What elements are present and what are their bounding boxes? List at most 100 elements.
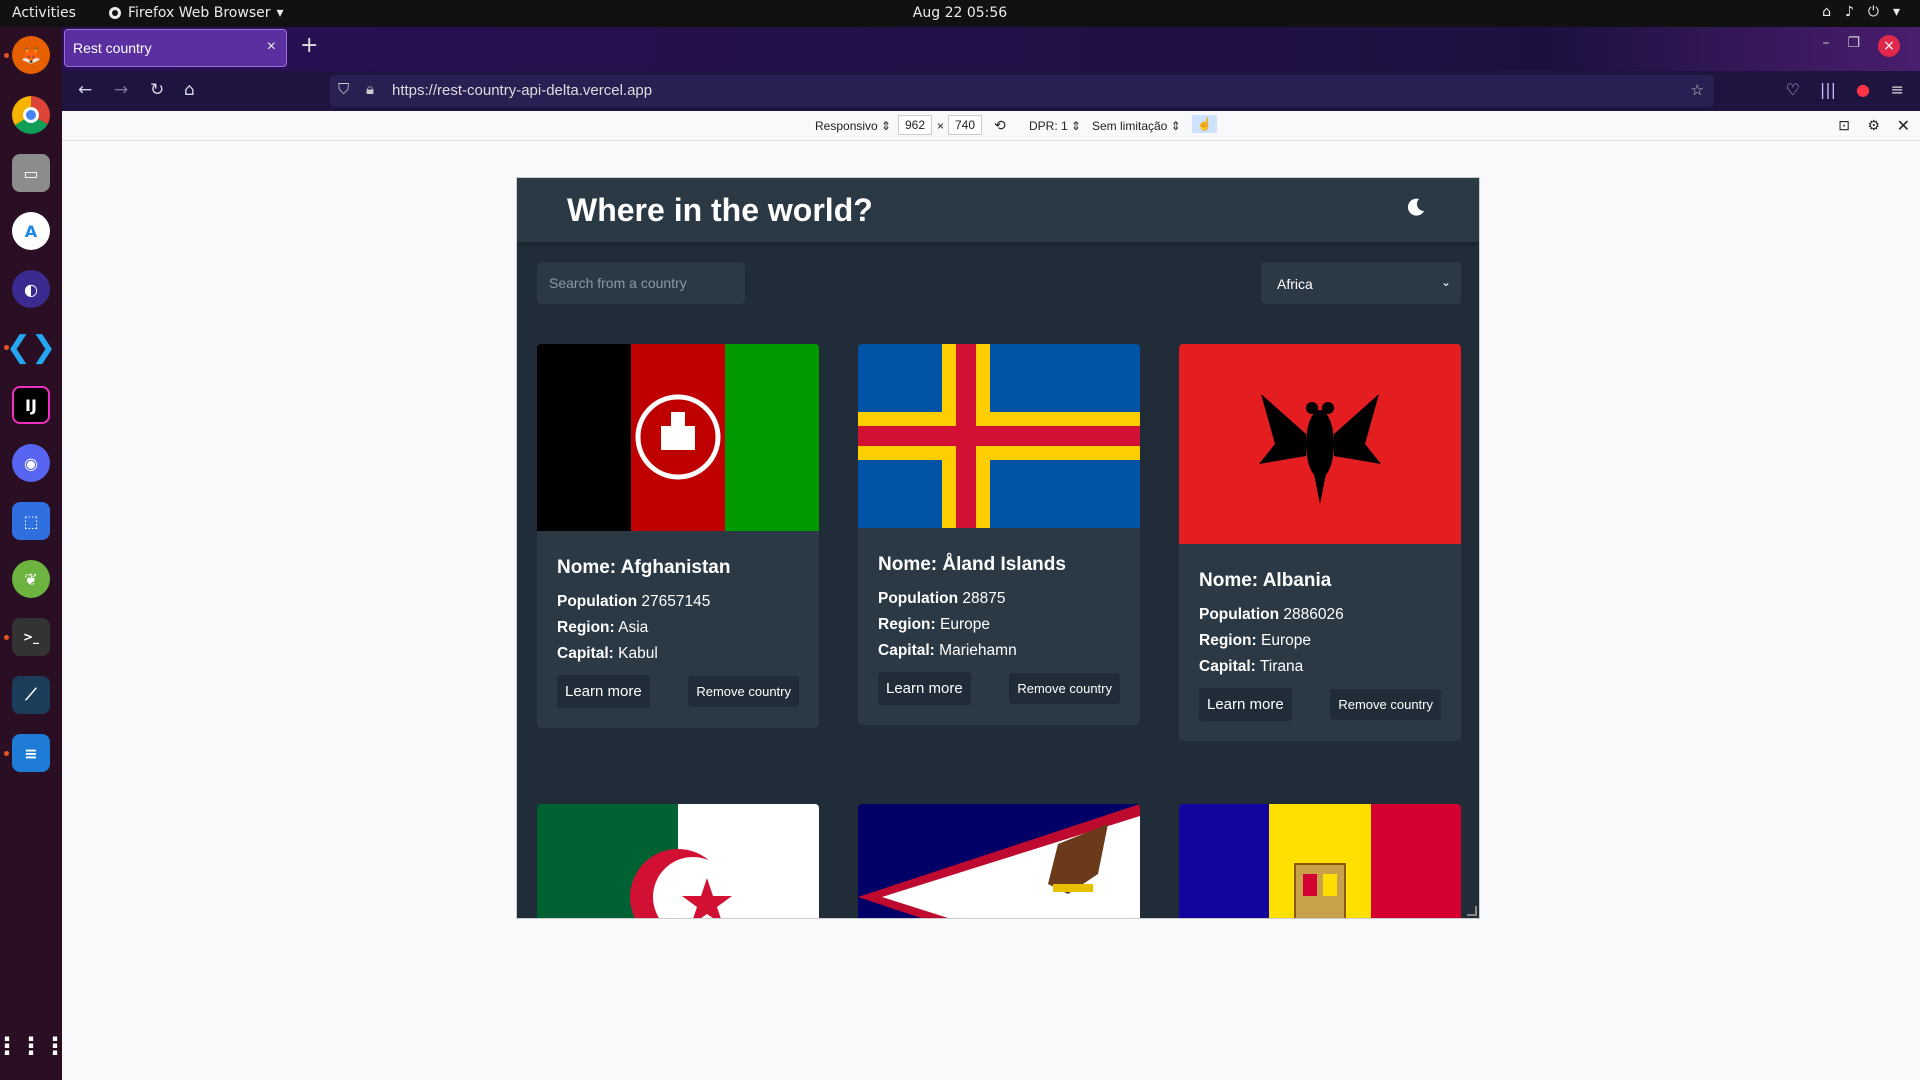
- intellij-dock-icon[interactable]: IJ: [12, 386, 50, 424]
- region-label: Region:: [1199, 632, 1257, 649]
- tab-rest-country[interactable]: Rest country ×: [64, 29, 287, 67]
- minimize-icon[interactable]: –: [1822, 35, 1829, 57]
- population-label: Population: [878, 590, 959, 607]
- dimension-separator: ×: [937, 119, 945, 133]
- url-text[interactable]: https://rest-country-api-delta.vercel.ap…: [392, 82, 652, 99]
- device-selector[interactable]: Responsivo ⇕: [815, 119, 891, 133]
- bookmark-star-icon[interactable]: ☆: [1691, 81, 1704, 99]
- store-dock-icon[interactable]: A: [12, 212, 50, 250]
- reload-icon[interactable]: ↻: [150, 80, 164, 100]
- screenshot-icon[interactable]: ⊡: [1838, 117, 1850, 134]
- capital-value: Mariehamn: [939, 642, 1017, 659]
- discord-dock-icon[interactable]: ◉: [12, 444, 50, 482]
- population-label: Population: [557, 593, 638, 610]
- card-name-label: Nome:: [557, 557, 617, 578]
- country-card[interactable]: Nome: Åland Islands Population 28875 Reg…: [858, 344, 1140, 725]
- region-value: Europe: [1261, 632, 1311, 649]
- rotate-icon[interactable]: ⟲: [994, 117, 1006, 134]
- country-card[interactable]: [537, 804, 819, 918]
- population-value: 2886026: [1283, 606, 1344, 623]
- screenshot-dock-icon[interactable]: ⬚: [12, 502, 50, 540]
- search-input[interactable]: [537, 262, 745, 304]
- vscode-dock-icon[interactable]: ❮❯: [6, 328, 56, 366]
- restore-icon[interactable]: ❐: [1847, 35, 1860, 57]
- running-indicator: [4, 53, 9, 58]
- chevron-down-icon: ▾: [1892, 4, 1900, 20]
- lock-icon[interactable]: 🔒︎: [366, 81, 374, 98]
- country-name: Albania: [1262, 570, 1332, 591]
- touch-simulation-icon[interactable]: ☝: [1192, 115, 1217, 133]
- capital-label: Capital:: [878, 642, 935, 659]
- url-bar[interactable]: ⛉ 🔒︎ https://rest-country-api-delta.verc…: [330, 75, 1714, 107]
- running-indicator: [4, 751, 9, 756]
- app-header: Where in the world?: [517, 178, 1479, 242]
- height-input[interactable]: 740: [948, 115, 983, 135]
- app-grid-icon[interactable]: ⋮⋮⋮: [0, 1027, 67, 1065]
- population-label: Population: [1199, 606, 1280, 623]
- running-indicator: [4, 345, 9, 350]
- learn-more-button[interactable]: Learn more: [878, 672, 971, 705]
- region-label: Region:: [557, 619, 615, 636]
- learn-more-button[interactable]: Learn more: [1199, 688, 1292, 721]
- network-icon: ⌂: [1822, 4, 1831, 20]
- close-rdm-icon[interactable]: ✕: [1897, 116, 1910, 136]
- chrome-dock-icon[interactable]: [12, 96, 50, 134]
- region-label: Region:: [878, 616, 936, 633]
- country-card[interactable]: Nome: Albania Population 2886026 Region:…: [1179, 344, 1461, 741]
- width-input[interactable]: 962: [898, 115, 933, 135]
- remove-country-button[interactable]: Remove country: [688, 676, 799, 707]
- eclipse-dock-icon[interactable]: ◐: [12, 270, 50, 308]
- country-card[interactable]: [1179, 804, 1461, 918]
- tab-title: Rest country: [73, 40, 152, 56]
- population-value: 28875: [962, 590, 1006, 607]
- power-icon: ⏻: [1867, 4, 1879, 20]
- country-card[interactable]: [858, 804, 1140, 918]
- tracking-shield-icon[interactable]: ⛉: [338, 81, 349, 98]
- remove-country-button[interactable]: Remove country: [1009, 673, 1120, 704]
- dpr-selector[interactable]: DPR: 1 ⇕: [1029, 119, 1081, 133]
- home-icon[interactable]: ⌂: [184, 80, 195, 100]
- library-icon[interactable]: |||: [1820, 80, 1836, 99]
- forward-arrow-icon[interactable]: →: [114, 80, 128, 100]
- learn-more-button[interactable]: Learn more: [557, 675, 650, 708]
- region-value: Europe: [940, 616, 990, 633]
- card-name-label: Nome:: [878, 554, 938, 575]
- card-name-label: Nome:: [1199, 570, 1259, 591]
- volume-icon: ♪: [1844, 4, 1854, 20]
- terminal-dock-icon[interactable]: >_: [12, 618, 50, 656]
- afghanistan-flag: [537, 344, 819, 531]
- nav-bar: ← → ↻ ⌂ ⛉ 🔒︎ https://rest-country-api-de…: [62, 71, 1920, 111]
- population-value: 27657145: [641, 593, 711, 610]
- new-tab-button[interactable]: +: [300, 33, 318, 58]
- app-viewport: Where in the world? Africa ⌄ Nome: Afgha…: [517, 178, 1479, 918]
- close-window-icon[interactable]: ×: [1878, 35, 1900, 57]
- remove-country-button[interactable]: Remove country: [1330, 689, 1441, 720]
- country-card[interactable]: Nome: Afghanistan Population 27657145 Re…: [537, 344, 819, 728]
- region-select[interactable]: Africa ⌄: [1261, 262, 1461, 304]
- capital-value: Tirana: [1259, 658, 1304, 675]
- menu-icon[interactable]: ≡: [1891, 80, 1904, 99]
- clock[interactable]: Aug 22 05:56: [0, 5, 1920, 21]
- app-title: Where in the world?: [567, 192, 873, 228]
- firefox-dock-icon[interactable]: 🦊: [12, 36, 50, 74]
- chevron-down-icon: ⌄: [1440, 275, 1451, 289]
- andorra-flag: [1179, 804, 1461, 918]
- pocket-icon[interactable]: ♡: [1786, 80, 1800, 99]
- country-name: Åland Islands: [942, 554, 1066, 575]
- extension-icon[interactable]: ●: [1856, 80, 1870, 99]
- system-tray[interactable]: ⌂ ♪ ⏻ ▾: [1822, 4, 1900, 20]
- files-dock-icon[interactable]: ▭: [12, 154, 50, 192]
- close-tab-icon[interactable]: ×: [267, 38, 276, 56]
- spring-dock-icon[interactable]: ❦: [12, 560, 50, 598]
- dark-mode-moon-icon[interactable]: [1405, 196, 1427, 218]
- throttle-selector[interactable]: Sem limitação ⇕: [1092, 119, 1181, 133]
- viewport-resize-handle[interactable]: [1467, 906, 1477, 916]
- capital-label: Capital:: [557, 645, 614, 662]
- mysql-workbench-dock-icon[interactable]: ⟋: [12, 676, 50, 714]
- back-arrow-icon[interactable]: ←: [78, 80, 92, 100]
- capital-value: Kabul: [618, 645, 658, 662]
- capital-label: Capital:: [1199, 658, 1256, 675]
- settings-gear-icon[interactable]: ⚙: [1867, 117, 1880, 134]
- writer-dock-icon[interactable]: ≡: [12, 734, 50, 772]
- algeria-flag: [537, 804, 819, 918]
